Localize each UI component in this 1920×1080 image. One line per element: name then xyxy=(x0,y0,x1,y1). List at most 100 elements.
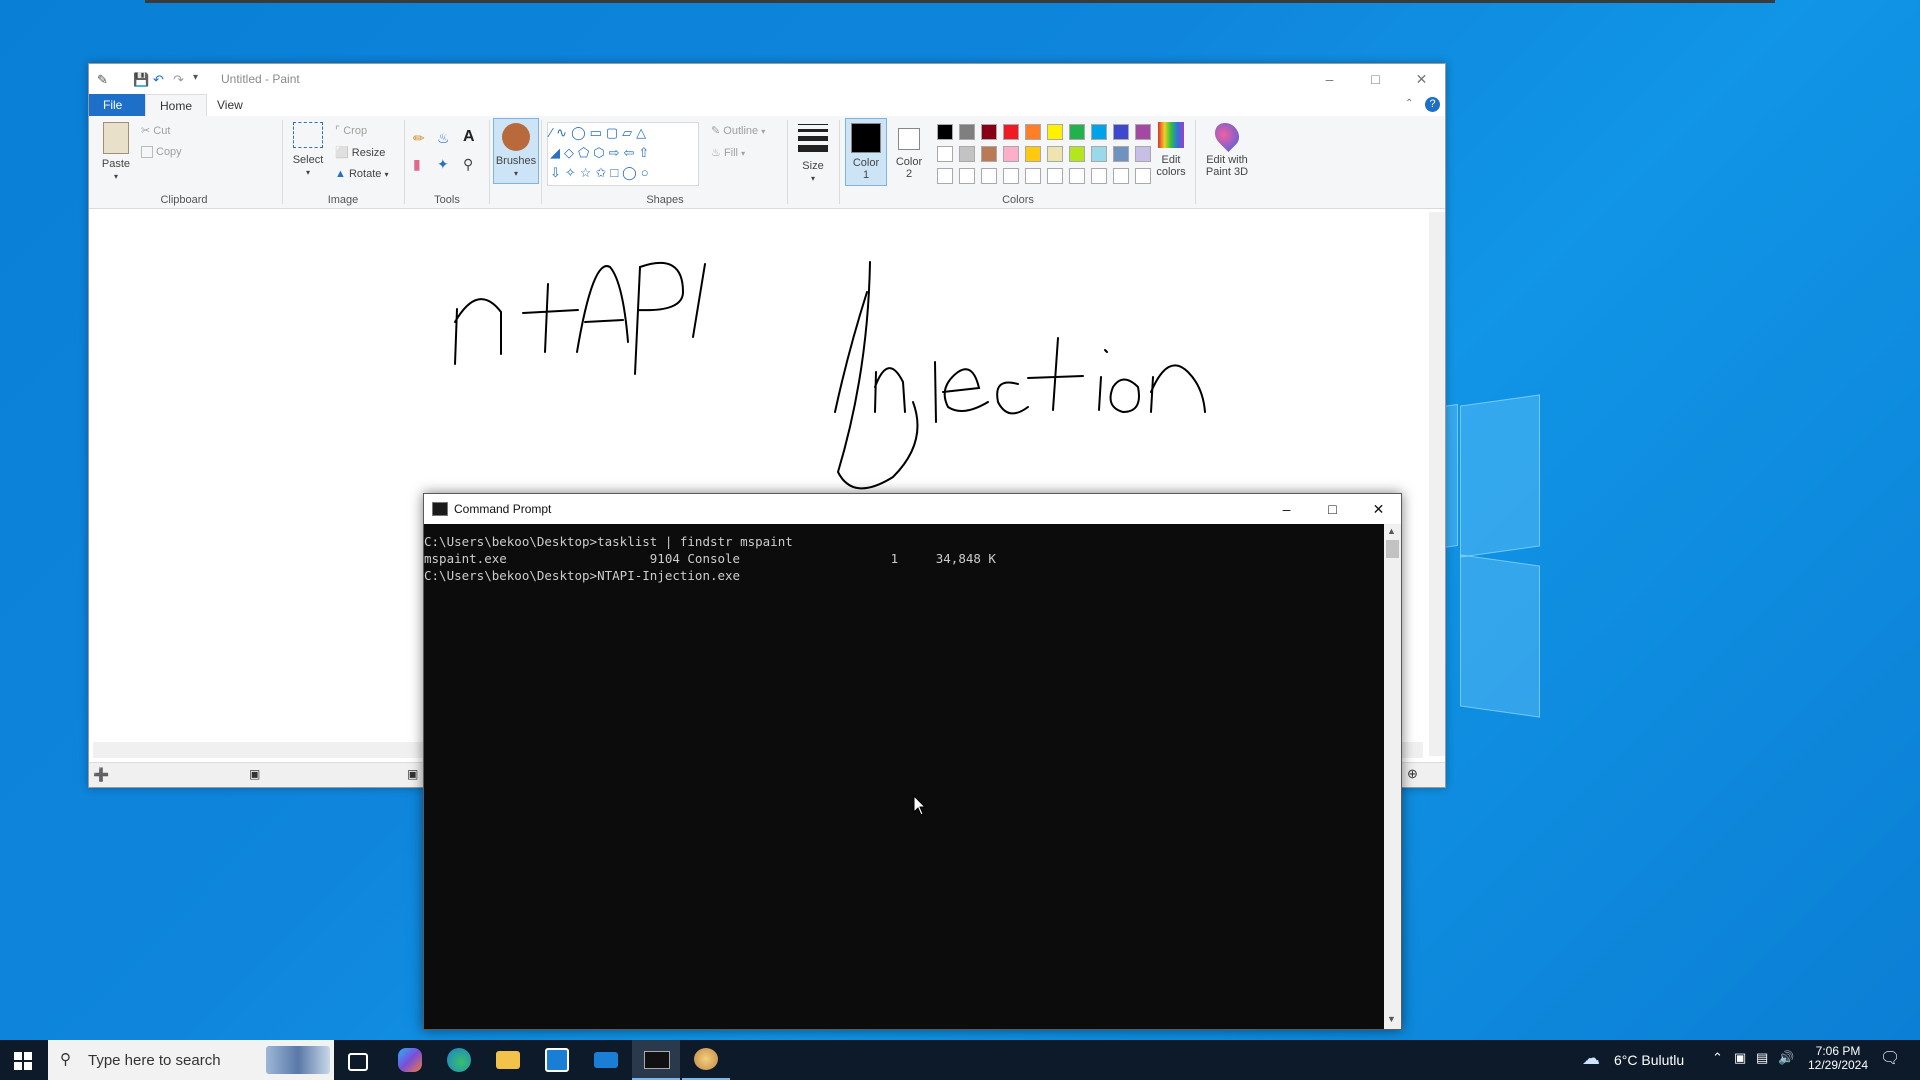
volume-icon[interactable]: 🔊 xyxy=(1778,1050,1794,1066)
customize-quick-access-icon[interactable]: ▾ xyxy=(193,72,198,83)
edge-icon[interactable] xyxy=(447,1048,471,1072)
undo-icon[interactable]: ↶ xyxy=(153,72,164,88)
scroll-up-icon[interactable]: ▲ xyxy=(1387,526,1396,536)
scroll-down-icon[interactable]: ▼ xyxy=(1387,1014,1396,1024)
tab-file[interactable]: File xyxy=(89,94,147,116)
copilot-icon[interactable] xyxy=(398,1048,422,1072)
network-icon[interactable]: ▤ xyxy=(1756,1050,1768,1066)
paste-button[interactable]: Paste ▾ xyxy=(97,122,135,182)
color2-swatch xyxy=(898,128,920,150)
palette-swatch[interactable] xyxy=(1069,146,1085,162)
save-icon[interactable]: 💾 xyxy=(133,72,149,88)
close-button[interactable]: ✕ xyxy=(1399,64,1444,94)
palette-swatch[interactable] xyxy=(1135,146,1151,162)
palette-swatch[interactable] xyxy=(937,124,953,140)
crop-button[interactable]: ⌜ Crop xyxy=(335,124,367,137)
palette-swatch[interactable] xyxy=(1003,168,1019,184)
taskbar-cmd-button[interactable] xyxy=(632,1040,680,1080)
palette-swatch[interactable] xyxy=(1113,124,1129,140)
palette-swatch[interactable] xyxy=(981,168,997,184)
palette-swatch[interactable] xyxy=(981,124,997,140)
palette-swatch[interactable] xyxy=(1025,146,1041,162)
cmd-vertical-scrollbar[interactable]: ▲ ▼ xyxy=(1384,524,1401,1029)
clock-time: 7:06 PM xyxy=(1815,1044,1861,1058)
palette-swatch[interactable] xyxy=(959,146,975,162)
maximize-button[interactable]: □ xyxy=(1310,494,1355,524)
chevron-up-icon[interactable]: ⌃ xyxy=(1712,1050,1723,1066)
collapse-ribbon-icon[interactable]: ⌃ xyxy=(1405,98,1413,109)
shapes-gallery[interactable]: ∕∿◯▭▢▱△ ◢◇⬠⬡⇨⇦⇧ ⇩✧☆✩□◯○ xyxy=(547,122,699,186)
fill-button[interactable]: ♨ Fill ▾ xyxy=(711,146,745,159)
palette-swatch[interactable] xyxy=(1025,168,1041,184)
palette-swatch[interactable] xyxy=(1047,168,1063,184)
task-view-icon[interactable] xyxy=(348,1053,368,1071)
maximize-button[interactable]: □ xyxy=(1353,64,1398,94)
fill-bucket-icon[interactable]: ♨ xyxy=(437,130,450,147)
copy-button[interactable]: Copy xyxy=(141,146,182,159)
palette-swatch[interactable] xyxy=(1047,124,1063,140)
clock[interactable]: 7:06 PM 12/29/2024 xyxy=(1806,1044,1870,1072)
palette-swatch[interactable] xyxy=(1135,124,1151,140)
palette-swatch[interactable] xyxy=(959,168,975,184)
shapes-row-icon: ⇩✧☆✩□◯○ xyxy=(550,165,653,180)
start-windows-icon[interactable] xyxy=(14,1052,32,1070)
minimize-button[interactable]: – xyxy=(1264,494,1309,524)
mail-icon[interactable] xyxy=(594,1052,618,1068)
palette-swatch[interactable] xyxy=(1003,146,1019,162)
eraser-icon[interactable]: ▮ xyxy=(413,156,421,173)
help-icon[interactable]: ? xyxy=(1425,97,1440,112)
console-output[interactable]: C:\Users\bekoo\Desktop>tasklist | findst… xyxy=(424,524,1384,1038)
paint-title-bar: ✎ 💾 ↶ ↷ ▾ Untitled - Paint – □ ✕ xyxy=(89,64,1445,94)
palette-swatch[interactable] xyxy=(1135,168,1151,184)
select-button[interactable]: Select ▾ xyxy=(289,122,327,178)
palette-swatch[interactable] xyxy=(1003,124,1019,140)
rotate-button[interactable]: ▲ Rotate ▾ xyxy=(335,168,388,180)
palette-swatch[interactable] xyxy=(1091,146,1107,162)
palette-swatch[interactable] xyxy=(1069,168,1085,184)
chevron-down-icon: ▾ xyxy=(761,127,766,136)
palette-swatch[interactable] xyxy=(1091,168,1107,184)
tab-home[interactable]: Home xyxy=(145,94,208,117)
palette-swatch[interactable] xyxy=(1025,124,1041,140)
size-button[interactable]: Size ▾ xyxy=(793,120,833,184)
palette-swatch[interactable] xyxy=(1113,146,1129,162)
notifications-icon[interactable]: 🗨 xyxy=(1880,1048,1900,1068)
palette-swatch[interactable] xyxy=(1069,124,1085,140)
palette-swatch[interactable] xyxy=(959,124,975,140)
minimize-button[interactable]: – xyxy=(1307,64,1352,94)
palette-swatch[interactable] xyxy=(937,146,953,162)
palette-swatch[interactable] xyxy=(1047,146,1063,162)
pencil-icon[interactable]: ✏ xyxy=(413,130,425,147)
resize-button[interactable]: ⬜ Resize xyxy=(335,146,385,159)
palette-swatch[interactable] xyxy=(1113,168,1129,184)
color2-button[interactable]: Color 2 xyxy=(889,118,929,180)
zoom-in-icon[interactable]: ⊕ xyxy=(1407,766,1418,782)
taskbar-search-box[interactable]: ⚲ Type here to search xyxy=(48,1040,334,1080)
cloud-weather-icon[interactable]: ☁ xyxy=(1582,1048,1600,1069)
edit-with-paint3d-button[interactable]: Edit with Paint 3D xyxy=(1199,118,1255,178)
color-picker-icon[interactable]: ✦ xyxy=(437,156,449,173)
close-button[interactable]: ✕ xyxy=(1356,494,1401,524)
palette-swatch[interactable] xyxy=(1091,124,1107,140)
outline-button[interactable]: ✎ Outline ▾ xyxy=(711,124,765,137)
scroll-thumb[interactable] xyxy=(1386,540,1399,558)
canvas-vertical-scrollbar[interactable] xyxy=(1429,212,1445,756)
palette-swatch[interactable] xyxy=(937,168,953,184)
magnifier-icon[interactable]: ⚲ xyxy=(463,156,473,173)
cut-button[interactable]: ✂ Cut xyxy=(141,124,170,137)
edit-colors-button[interactable]: Edit colors xyxy=(1151,120,1191,178)
paint-app-icon[interactable]: ✎ xyxy=(97,72,108,88)
file-explorer-icon[interactable] xyxy=(496,1051,520,1069)
taskbar-paint-button[interactable] xyxy=(682,1040,730,1080)
tab-view[interactable]: View xyxy=(203,94,257,116)
brushes-button[interactable]: Brushes ▾ xyxy=(493,118,539,184)
text-icon[interactable]: A xyxy=(463,128,475,146)
microsoft-store-icon[interactable] xyxy=(545,1048,569,1072)
cmd-icon xyxy=(644,1051,670,1069)
palette-swatch[interactable] xyxy=(981,146,997,162)
chevron-down-icon: ▾ xyxy=(810,174,815,183)
weather-text[interactable]: 6°C Bulutlu xyxy=(1614,1052,1684,1068)
redo-icon[interactable]: ↷ xyxy=(173,72,184,88)
meet-now-icon[interactable]: ▣ xyxy=(1734,1050,1746,1066)
color1-button[interactable]: Color 1 xyxy=(845,118,887,186)
